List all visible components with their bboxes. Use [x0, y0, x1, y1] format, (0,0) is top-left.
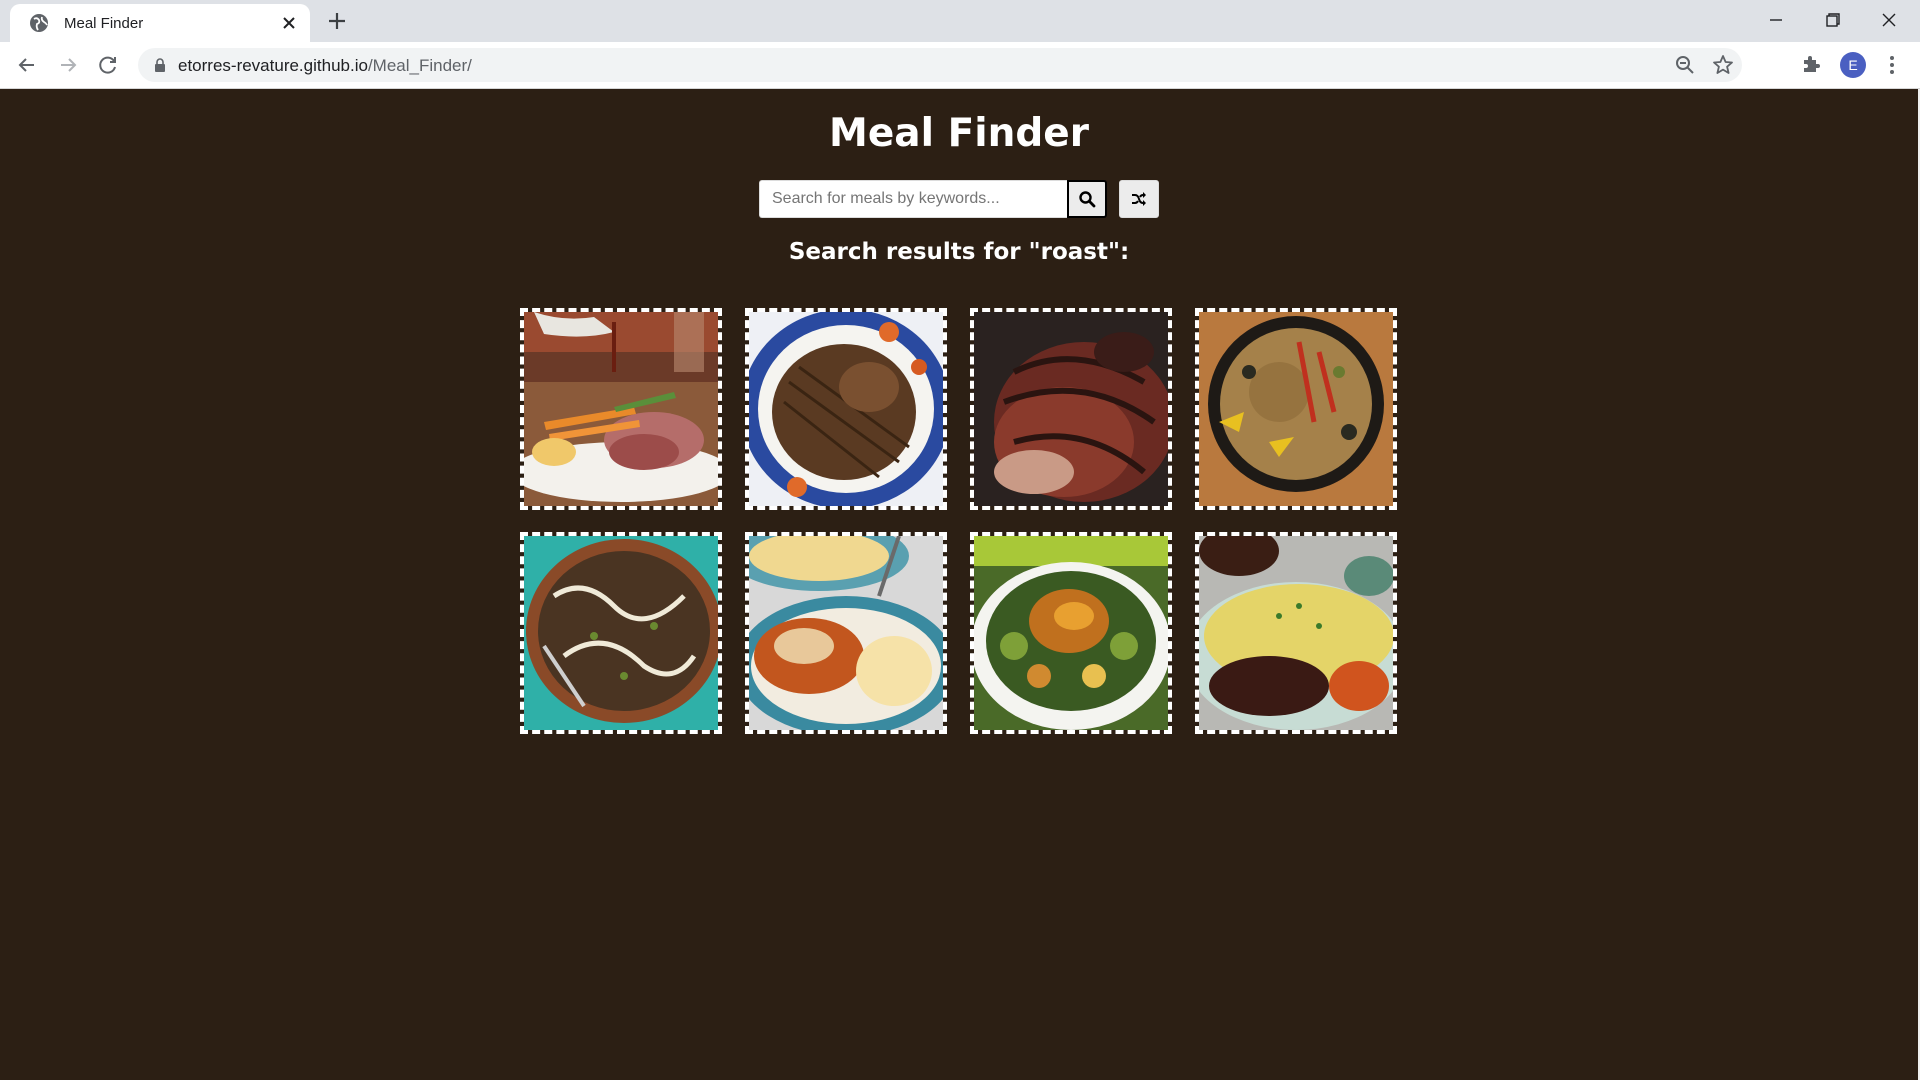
- search-icon: [1079, 191, 1096, 208]
- extensions-puzzle-icon[interactable]: [1799, 52, 1823, 76]
- restore-icon[interactable]: [1820, 7, 1846, 33]
- meal-card[interactable]: [970, 532, 1172, 734]
- meal-image: [524, 312, 718, 506]
- meal-card[interactable]: [970, 308, 1172, 510]
- meal-card[interactable]: [520, 308, 722, 510]
- back-arrow-icon[interactable]: [14, 52, 40, 78]
- random-meal-button[interactable]: [1119, 180, 1159, 218]
- meal-image: [974, 536, 1168, 730]
- meal-image: [1199, 536, 1393, 730]
- lock-icon[interactable]: [152, 57, 168, 73]
- shuffle-icon: [1132, 192, 1146, 206]
- search-form: [759, 180, 1161, 220]
- profile-avatar[interactable]: E: [1840, 52, 1866, 78]
- meal-card[interactable]: [520, 532, 722, 734]
- meal-image: [974, 312, 1168, 506]
- bookmark-star-icon[interactable]: [1711, 53, 1735, 77]
- meal-image: [524, 536, 718, 730]
- meal-image: [749, 536, 943, 730]
- meal-card[interactable]: [1195, 532, 1397, 734]
- meal-image: [1199, 312, 1393, 506]
- url-domain: etorres-revature.github.io: [178, 56, 368, 75]
- search-input[interactable]: [759, 180, 1067, 218]
- minimize-icon[interactable]: [1763, 7, 1789, 33]
- browser-tab[interactable]: Meal Finder: [10, 4, 310, 42]
- meal-image: [749, 312, 943, 506]
- meal-card[interactable]: [745, 532, 947, 734]
- close-window-icon[interactable]: [1876, 7, 1902, 33]
- search-result-heading: Search results for "roast":: [788, 239, 1130, 265]
- meal-finder-page: Meal Finder Search results for "roast":: [0, 89, 1918, 1080]
- page-title: Meal Finder: [829, 111, 1089, 156]
- meals-grid: [520, 308, 1400, 734]
- reload-icon[interactable]: [95, 52, 121, 78]
- url-text[interactable]: etorres-revature.github.io/Meal_Finder/: [178, 56, 472, 76]
- forward-arrow-icon[interactable]: [55, 52, 81, 78]
- browser-toolbar: etorres-revature.github.io/Meal_Finder/ …: [0, 42, 1920, 89]
- tab-title: Meal Finder: [64, 15, 144, 32]
- meal-card[interactable]: [745, 308, 947, 510]
- new-tab-icon[interactable]: [326, 10, 348, 32]
- zoom-icon[interactable]: [1674, 54, 1696, 76]
- close-tab-icon[interactable]: [278, 12, 300, 34]
- address-bar[interactable]: etorres-revature.github.io/Meal_Finder/: [138, 48, 1742, 82]
- browser-tab-strip: Meal Finder: [0, 0, 1920, 42]
- kebab-menu-icon[interactable]: [1880, 52, 1904, 78]
- globe-icon: [30, 14, 48, 32]
- meal-card[interactable]: [1195, 308, 1397, 510]
- search-button[interactable]: [1067, 180, 1107, 218]
- url-path: /Meal_Finder/: [367, 56, 472, 75]
